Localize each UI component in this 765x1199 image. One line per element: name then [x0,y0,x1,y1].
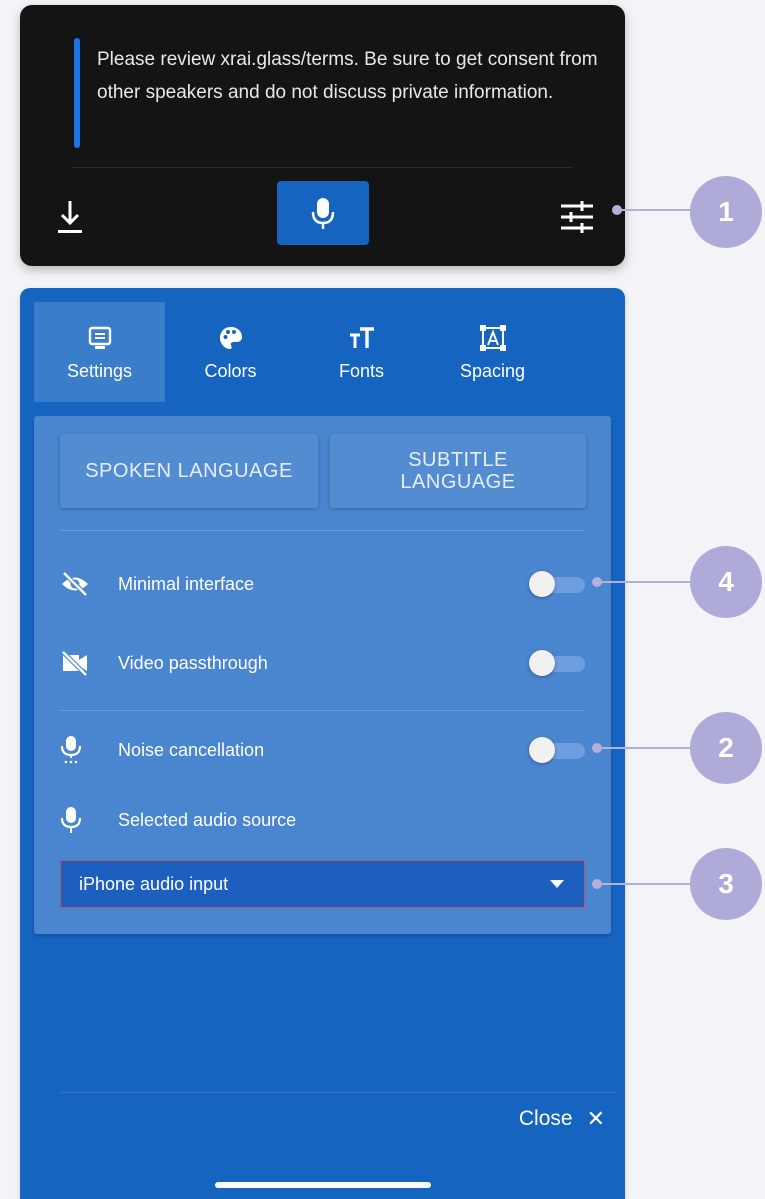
callout-line-1 [617,209,695,211]
subtitle-language-button[interactable]: SUBTITLE LANGUAGE [330,434,586,508]
audio-source-row: Selected audio source [60,800,585,840]
audio-source-value: iPhone audio input [79,873,229,894]
microphone-button[interactable] [277,181,369,245]
microphone-icon [311,198,335,229]
tab-label: Colors [204,360,257,381]
download-button[interactable] [50,195,90,239]
video-passthrough-row: Video passthrough [60,643,585,683]
tune-icon [561,201,593,233]
spoken-language-button[interactable]: SPOKEN LANGUAGE [60,434,318,508]
divider [60,530,585,531]
caret-down-icon [550,880,564,888]
tab-colors[interactable]: Colors [165,302,296,402]
callout-line-4 [597,581,695,583]
callout-badge-2: 2 [690,712,762,784]
subtitle-language-label: SUBTITLE LANGUAGE [400,449,516,493]
settings-card: SPOKEN LANGUAGE SUBTITLE LANGUAGE Minima… [34,416,611,934]
settings-screen-icon [88,326,111,349]
close-icon: ✕ [586,1106,605,1131]
tab-fonts[interactable]: Fonts [296,302,427,402]
minimal-interface-toggle[interactable] [529,571,585,597]
settings-panel: Settings Colors Fonts Spacing SPOKEN LAN… [20,288,625,1199]
close-label: Close [518,1107,573,1130]
audio-source-label: Selected audio source [118,809,297,830]
eye-off-icon [62,571,88,597]
callout-line-3 [597,883,695,885]
home-indicator [215,1182,431,1188]
video-off-icon [61,650,88,676]
callout-badge-1: 1 [690,176,762,248]
tab-bar: Settings Colors Fonts Spacing [34,302,558,402]
minimal-interface-row: Minimal interface [60,564,585,604]
noise-cancellation-label: Noise cancellation [118,739,265,760]
tab-spacing[interactable]: Spacing [427,302,558,402]
caption-panel: Please review xrai.glass/terms. Be sure … [20,5,625,266]
tab-label: Settings [66,360,133,381]
mic-icon [60,807,82,833]
callout-badge-3: 3 [690,848,762,920]
audio-source-select[interactable]: iPhone audio input [60,860,585,908]
close-button[interactable]: Close ✕ [519,1106,605,1132]
video-passthrough-label: Video passthrough [118,652,268,673]
tab-label: Fonts [338,360,385,381]
spacing-icon [479,324,506,351]
noise-cancellation-toggle[interactable] [529,737,585,763]
divider [72,167,573,168]
terms-notice: Please review xrai.glass/terms. Be sure … [97,49,598,103]
divider [60,710,585,711]
text-size-icon [349,326,374,348]
noise-cancellation-row: Noise cancellation [60,730,585,770]
tune-settings-button[interactable] [555,195,599,239]
palette-icon [219,326,242,349]
video-passthrough-toggle[interactable] [529,650,585,676]
tab-settings[interactable]: Settings [34,302,165,402]
mic-noise-icon [60,736,82,764]
notice-accent-bar [74,38,80,148]
tab-label: Spacing [459,360,526,381]
download-icon [58,201,82,233]
divider [60,1092,616,1093]
callout-badge-4: 4 [690,546,762,618]
minimal-interface-label: Minimal interface [118,573,255,594]
callout-line-2 [597,747,695,749]
